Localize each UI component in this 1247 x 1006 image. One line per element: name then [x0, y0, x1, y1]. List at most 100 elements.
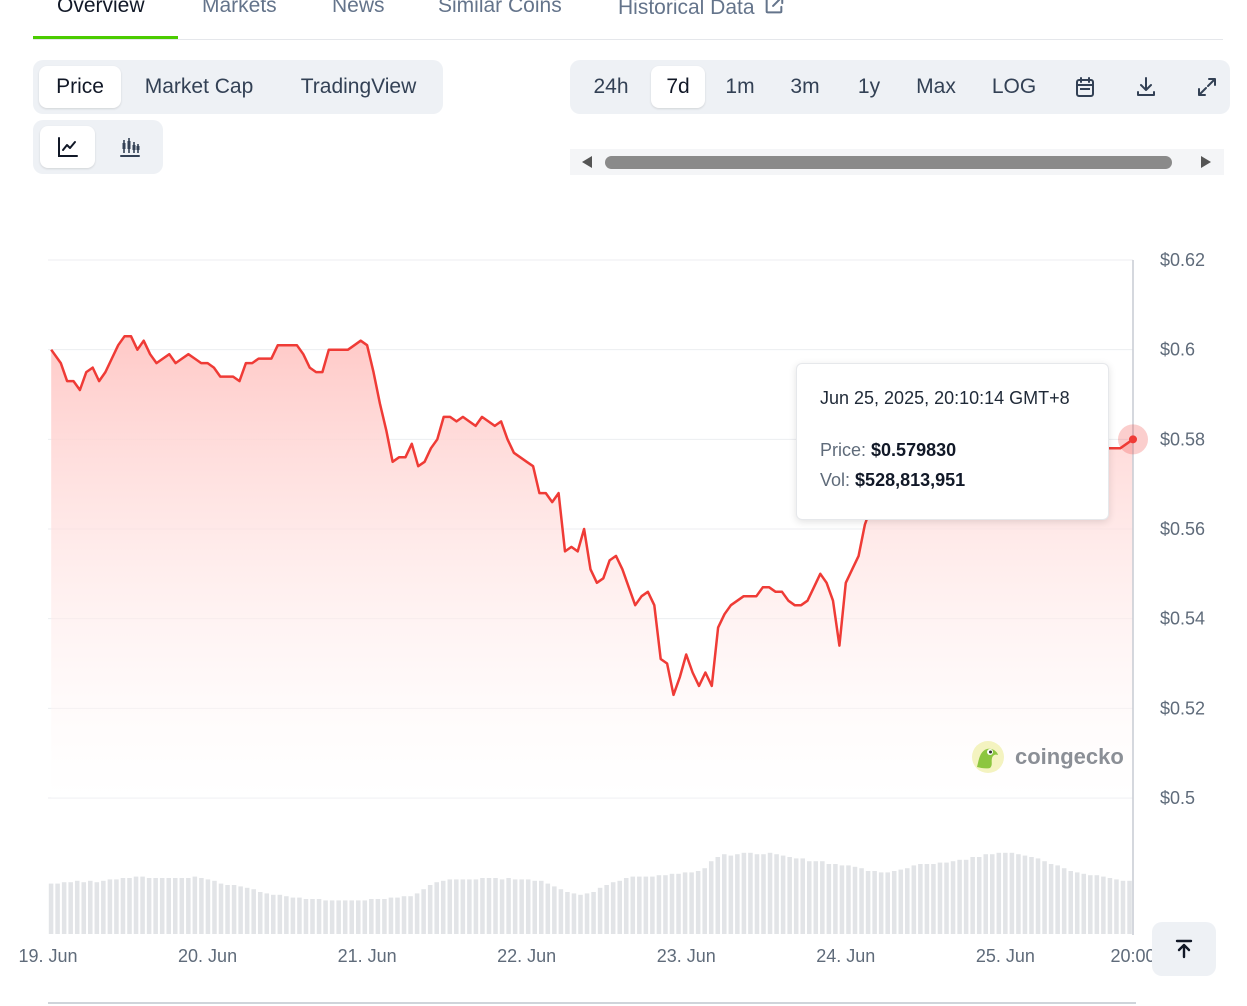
volume-bar: [251, 889, 256, 934]
volume-bar: [1035, 858, 1041, 934]
volume-bar: [774, 854, 779, 934]
volume-bar: [1088, 875, 1093, 934]
volume-bar: [199, 878, 204, 934]
volume-bar: [623, 878, 629, 934]
volume-bar: [754, 854, 760, 934]
volume-bar: [460, 879, 466, 934]
volume-bar: [970, 857, 975, 934]
volume-bar: [480, 878, 485, 934]
volume-bar: [891, 871, 897, 934]
volume-bar: [539, 880, 544, 934]
volume-bar: [146, 878, 152, 934]
volume-bar: [133, 876, 139, 934]
volume-bar: [1022, 855, 1028, 934]
volume-bar: [401, 896, 407, 934]
volume-bar: [571, 893, 577, 934]
volume-bar: [820, 861, 825, 934]
volume-bar: [48, 883, 54, 934]
volume-bar: [950, 861, 956, 934]
volume-bar: [944, 862, 949, 934]
volume-bar: [408, 896, 413, 934]
tooltip-price-row: Price: $0.579830: [820, 440, 1108, 461]
volume-bar: [153, 878, 158, 934]
volume-bar: [552, 886, 557, 934]
volume-bar: [388, 897, 394, 934]
volume-bar: [303, 899, 309, 934]
volume-bar: [996, 852, 1002, 934]
volume-bar: [924, 864, 930, 934]
volume-bars: [48, 852, 1132, 934]
volume-bar: [1094, 875, 1100, 934]
volume-bar: [421, 889, 426, 934]
volume-bar: [663, 875, 668, 934]
volume-bar: [813, 861, 819, 934]
volume-bar: [440, 880, 446, 934]
volume-bar: [767, 852, 773, 934]
x-tick-label: 21. Jun: [338, 946, 397, 966]
volume-bar: [983, 854, 989, 934]
volume-bar: [166, 878, 171, 934]
volume-bar: [329, 900, 335, 934]
x-tick-label: 22. Jun: [497, 946, 556, 966]
volume-bar: [290, 897, 296, 934]
volume-bar: [231, 885, 237, 934]
volume-bar: [911, 865, 917, 934]
volume-bar: [826, 864, 832, 934]
volume-bar: [859, 868, 864, 934]
volume-bar: [695, 871, 701, 934]
x-tick-label: 20. Jun: [178, 946, 237, 966]
volume-bar: [604, 885, 609, 934]
volume-bar: [1009, 852, 1015, 934]
volume-bar: [1055, 865, 1060, 934]
volume-bar: [689, 872, 694, 934]
volume-bar: [519, 879, 524, 934]
volume-bar: [454, 879, 459, 934]
volume-bar: [1068, 871, 1073, 934]
x-tick-label: 24. Jun: [816, 946, 875, 966]
volume-bar: [1101, 876, 1106, 934]
volume-bar: [336, 900, 341, 934]
volume-bar: [1074, 872, 1080, 934]
volume-bar: [68, 882, 73, 934]
tooltip-price-value: $0.579830: [871, 440, 957, 460]
volume-bar: [558, 889, 564, 934]
back-to-top-button[interactable]: [1152, 922, 1216, 976]
volume-bar: [990, 854, 995, 934]
volume-bar: [728, 855, 734, 934]
volume-bar: [532, 880, 538, 934]
volume-bar: [127, 878, 132, 934]
volume-bar: [872, 871, 877, 934]
volume-bar: [192, 876, 198, 934]
volume-bar: [506, 878, 511, 934]
volume-bar: [676, 873, 681, 934]
x-axis-labels: 19. Jun 20. Jun 21. Jun 22. Jun 23. Jun 24. J…: [18, 946, 1155, 966]
volume-bar: [963, 859, 969, 934]
volume-bar: [61, 882, 67, 934]
volume-bar: [140, 876, 145, 934]
volume-bar: [55, 883, 60, 934]
volume-bar: [1048, 864, 1054, 934]
volume-bar: [323, 900, 328, 934]
tooltip-price-label: Price:: [820, 440, 867, 460]
volume-bar: [1016, 854, 1021, 934]
volume-bar: [800, 858, 805, 934]
y-tick-label: $0.5: [1160, 788, 1195, 808]
volume-bar: [499, 879, 505, 934]
y-tick-label: $0.58: [1160, 429, 1205, 449]
volume-bar: [186, 878, 191, 934]
volume-bar: [225, 885, 230, 934]
volume-bar: [656, 875, 662, 934]
tooltip-volume-label: Vol:: [820, 470, 851, 490]
volume-bar: [1029, 857, 1034, 934]
volume-bar: [434, 882, 439, 934]
y-tick-label: $0.6: [1160, 340, 1195, 360]
volume-bar: [937, 862, 943, 934]
volume-bar: [833, 864, 838, 934]
volume-bar: [878, 872, 884, 934]
tooltip-volume-value: $528,813,951: [855, 470, 966, 490]
volume-bar: [369, 899, 374, 934]
volume-bar: [780, 855, 786, 934]
volume-bar: [597, 887, 603, 934]
volume-bar: [120, 878, 126, 934]
volume-bar: [931, 864, 936, 934]
